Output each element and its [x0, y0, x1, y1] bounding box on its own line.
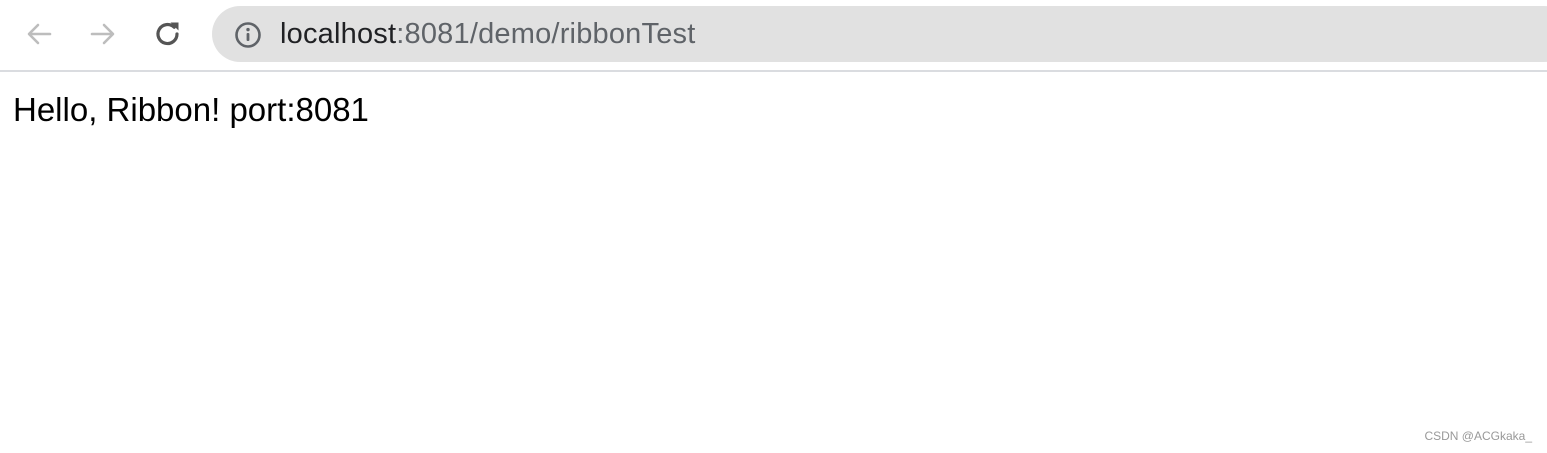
- back-arrow-icon: [23, 18, 55, 50]
- back-button[interactable]: [19, 14, 59, 54]
- info-circle-icon[interactable]: [234, 21, 262, 49]
- page-body-text: Hello, Ribbon! port:8081: [13, 91, 369, 128]
- reload-button[interactable]: [148, 14, 188, 54]
- watermark: CSDN @ACGkaka_: [1424, 429, 1532, 443]
- browser-toolbar: localhost:8081/demo/ribbonTest: [0, 0, 1547, 72]
- reload-icon: [152, 18, 184, 50]
- url-text[interactable]: localhost:8081/demo/ribbonTest: [280, 18, 696, 50]
- url-host: localhost: [280, 18, 397, 50]
- address-bar[interactable]: localhost:8081/demo/ribbonTest: [212, 6, 1547, 62]
- forward-button[interactable]: [83, 14, 123, 54]
- url-path: :8081/demo/ribbonTest: [396, 18, 696, 50]
- forward-arrow-icon: [87, 18, 119, 50]
